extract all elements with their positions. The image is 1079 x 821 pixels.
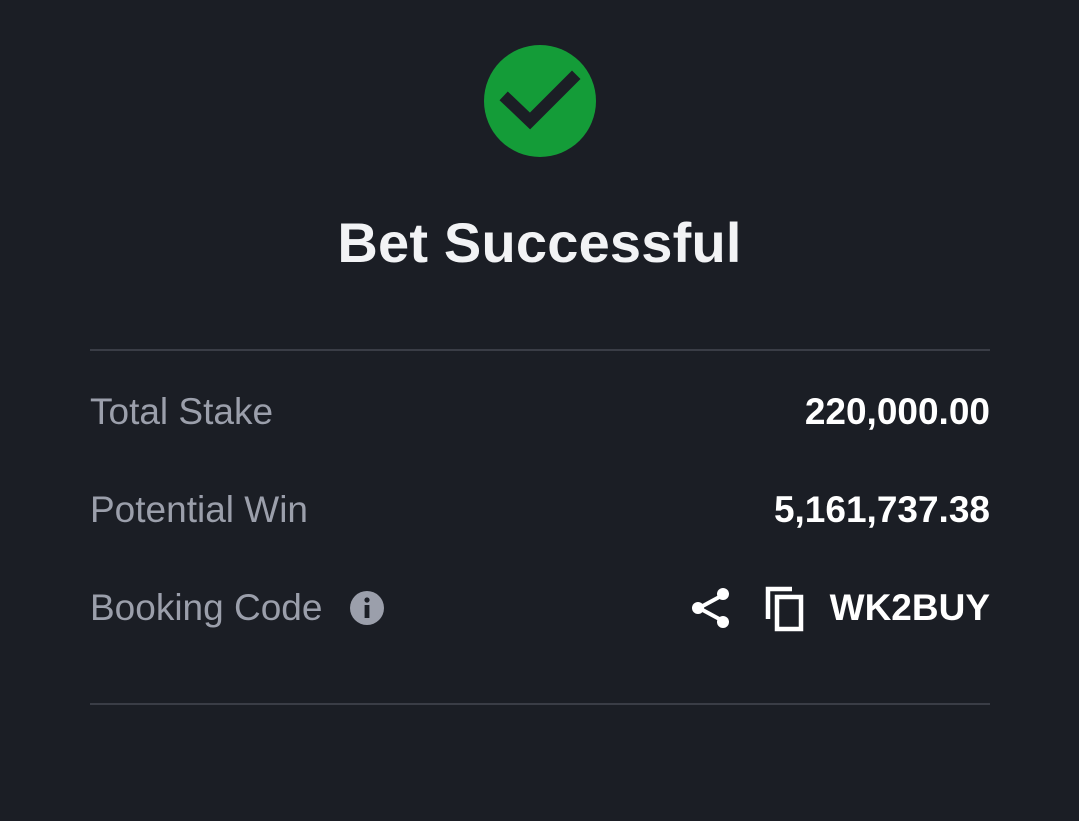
page-title: Bet Successful [337, 211, 742, 274]
checkmark-icon [499, 70, 581, 130]
check-circle-icon [484, 45, 596, 157]
booking-code-label: Booking Code [90, 587, 323, 628]
divider-top [90, 349, 990, 351]
copy-icon[interactable] [762, 583, 812, 633]
potential-win-value: 5,161,737.38 [773, 489, 990, 530]
total-stake-label: Total Stake [90, 391, 274, 432]
potential-win-label: Potential Win [90, 489, 308, 530]
share-icon[interactable] [688, 585, 734, 631]
total-stake-value: 220,000.00 [804, 391, 990, 432]
booking-code-value[interactable]: WK2BUY [830, 578, 990, 638]
divider-bottom [90, 703, 990, 705]
booking-code-row: Booking Code WK2BUY [90, 578, 990, 638]
total-stake-row: Total Stake 220,000.00 [90, 382, 990, 442]
potential-win-row: Potential Win 5,161,737.38 [90, 480, 990, 540]
info-icon[interactable] [349, 590, 385, 626]
bet-success-panel: Bet Successful Total Stake 220,000.00 Po… [0, 0, 1079, 821]
